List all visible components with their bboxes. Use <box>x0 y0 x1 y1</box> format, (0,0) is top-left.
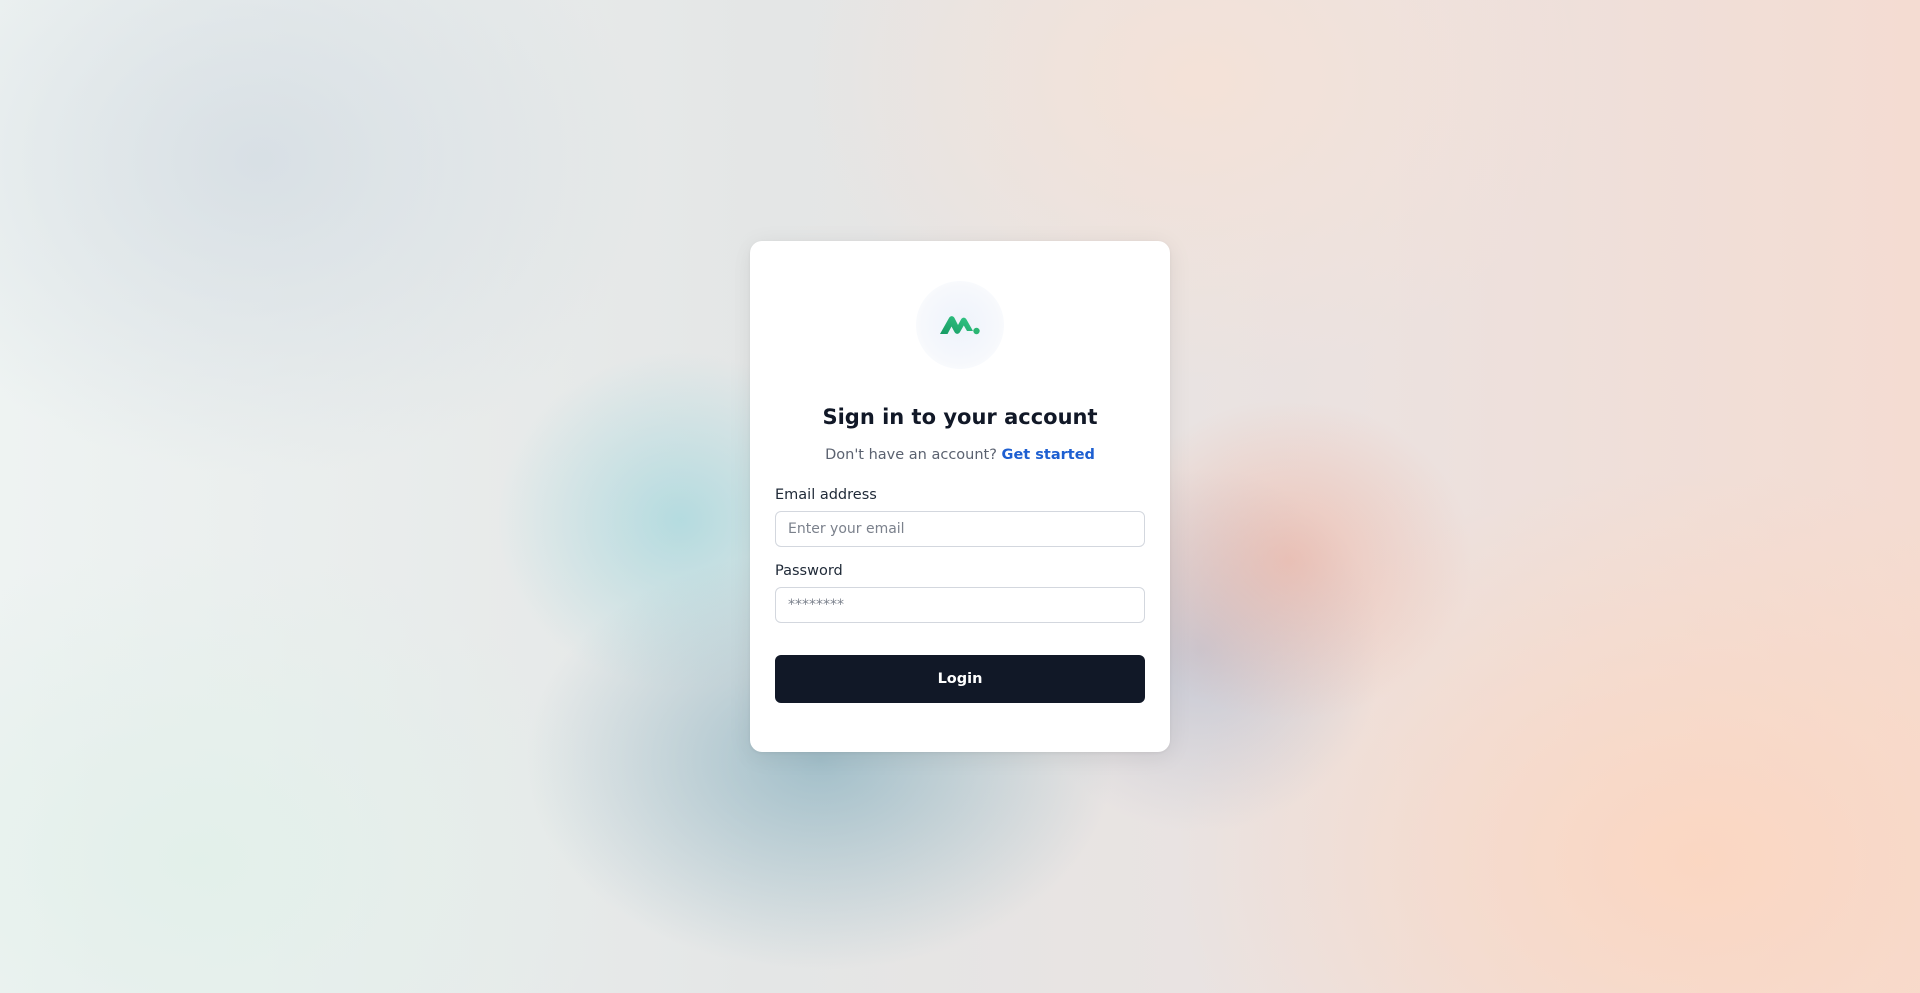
email-field[interactable] <box>775 511 1145 547</box>
page-title: Sign in to your account <box>822 405 1098 429</box>
password-field[interactable] <box>775 587 1145 623</box>
login-button[interactable]: Login <box>775 655 1145 703</box>
password-label: Password <box>775 563 843 579</box>
login-card: Sign in to your account Don't have an ac… <box>750 241 1170 752</box>
logo-container <box>916 281 1004 369</box>
email-label: Email address <box>775 487 877 503</box>
signup-prompt: Don't have an account? Get started <box>775 445 1145 465</box>
brand-logo-icon <box>940 316 980 335</box>
signup-prompt-text: Don't have an account? <box>825 447 997 463</box>
get-started-link[interactable]: Get started <box>1002 447 1095 463</box>
